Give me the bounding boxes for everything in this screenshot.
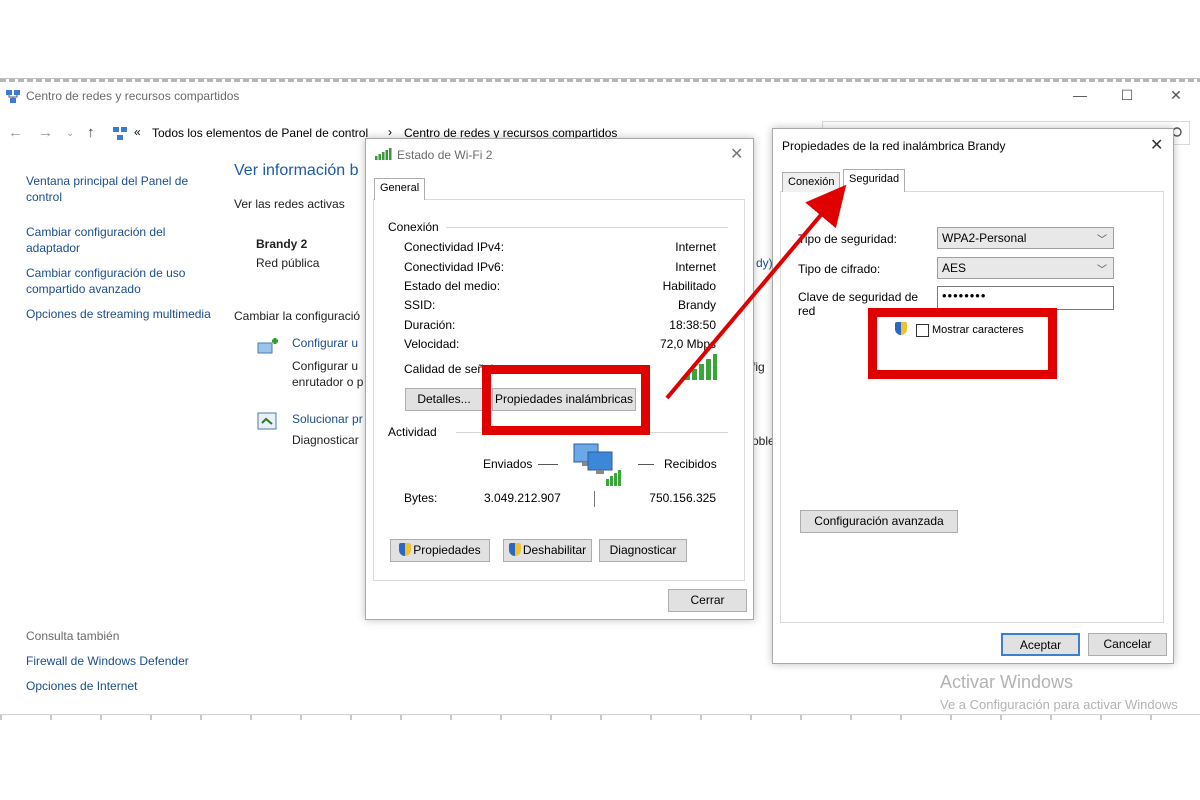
setup-connection-link[interactable]: Configurar u — [292, 336, 358, 350]
network-name: Brandy 2 — [256, 237, 308, 251]
duration-value: 18:38:50 — [669, 318, 716, 332]
encryption-value: AES — [942, 261, 967, 275]
ssid-label: SSID: — [404, 298, 436, 312]
cancel-button[interactable]: Cancelar — [1088, 633, 1167, 656]
breadcrumb-separator-icon: « — [134, 125, 141, 139]
window-title: Centro de redes y recursos compartidos — [26, 89, 240, 103]
see-also-heading: Consulta también — [26, 629, 120, 643]
wireless-dialog-close-icon[interactable]: ✕ — [1150, 135, 1163, 155]
highlight-box-wireless-properties — [482, 365, 650, 435]
advanced-settings-button[interactable]: Configuración avanzada — [800, 510, 958, 533]
diagnose-button[interactable]: Diagnosticar — [599, 539, 687, 562]
media-state-value: Habilitado — [662, 279, 716, 293]
security-tab-panel — [780, 191, 1164, 623]
change-config-heading: Cambiar la configuració — [234, 309, 361, 323]
ipv4-label: Conectividad IPv4: — [404, 240, 505, 254]
duration-label: Duración: — [404, 318, 456, 332]
activation-watermark-title: Activar Windows — [940, 672, 1074, 692]
connection-heading: Conexión — [388, 220, 439, 234]
back-arrow-icon[interactable]: ← — [8, 124, 23, 141]
maximize-icon[interactable]: ☐ — [1117, 87, 1137, 103]
setup-connection-icon — [257, 338, 278, 354]
network-computers-icon — [573, 443, 621, 486]
tab-security[interactable]: Seguridad — [843, 169, 906, 192]
disable-button[interactable]: Deshabilitar — [503, 539, 592, 562]
troubleshoot-desc: Diagnosticar — [292, 433, 359, 447]
properties-button-label: Propiedades — [413, 543, 481, 557]
security-type-value: WPA2-Personal — [942, 231, 1027, 245]
security-type-label: Tipo de seguridad: — [798, 232, 897, 246]
ipv6-value: Internet — [675, 260, 716, 274]
connection-divider — [446, 227, 728, 228]
network-center-icon — [6, 90, 20, 103]
setup-desc-line2: enrutador o p — [292, 375, 364, 389]
ssid-value: Brandy — [677, 298, 716, 312]
sent-label: Enviados — [483, 457, 533, 471]
sidebar-link-streaming[interactable]: Opciones de streaming multimedia — [26, 306, 216, 322]
received-line — [638, 464, 654, 465]
sidebar-link-sharing[interactable]: Cambiar configuración de uso compartido … — [26, 265, 216, 297]
sidebar-link-adapter[interactable]: Cambiar configuración del adaptador — [26, 224, 216, 256]
wifi-signal-icon — [375, 148, 392, 160]
bytes-sent-value: 3.049.212.907 — [484, 491, 561, 505]
active-networks-label: Ver las redes activas — [234, 197, 345, 211]
uac-shield-icon — [399, 543, 412, 556]
close-icon[interactable]: ✕ — [1166, 87, 1186, 103]
troubleshoot-link[interactable]: Solucionar pr — [292, 412, 363, 426]
uac-shield-icon — [508, 543, 521, 556]
speed-value: 72,0 Mbps — [659, 337, 716, 351]
tab-connection[interactable]: Conexión — [782, 172, 841, 192]
disable-button-label: Deshabilitar — [522, 543, 587, 557]
connection-link-partial[interactable]: dy) — [756, 256, 773, 270]
properties-button[interactable]: Propiedades — [390, 539, 490, 562]
close-button[interactable]: Cerrar — [668, 589, 747, 612]
taskbar-strip — [0, 714, 1200, 720]
bytes-received-value: 750.156.325 — [649, 491, 716, 505]
speed-label: Velocidad: — [404, 337, 460, 351]
accept-button[interactable]: Aceptar — [1001, 633, 1080, 656]
sent-line — [538, 464, 558, 465]
highlight-box-show-characters — [868, 308, 1057, 379]
control-panel-icon — [113, 127, 127, 140]
activity-heading: Actividad — [388, 425, 437, 439]
minimize-icon[interactable]: — — [1070, 87, 1090, 103]
chevron-down-icon: ﹀ — [1097, 265, 1107, 276]
background-window-strip — [0, 79, 1200, 82]
main-heading: Ver información b — [234, 162, 359, 179]
encryption-label: Tipo de cifrado: — [798, 262, 881, 276]
troubleshoot-icon — [257, 412, 277, 430]
wifi-dialog-title: Estado de Wi-Fi 2 — [397, 148, 493, 162]
activation-watermark-text: Ve a Configuración para activar Windows — [940, 697, 1178, 712]
bytes-label: Bytes: — [404, 491, 438, 505]
encryption-select[interactable]: AES ﹀ — [937, 257, 1114, 279]
signal-bars-icon — [685, 354, 717, 380]
received-label: Recibidos — [664, 457, 717, 471]
up-arrow-icon[interactable]: ↑ — [87, 124, 95, 141]
see-also-internet-options[interactable]: Opciones de Internet — [26, 678, 216, 694]
wireless-dialog-title: Propiedades de la red inalámbrica Brandy — [782, 139, 1006, 153]
details-button[interactable]: Detalles... — [405, 388, 483, 411]
tab-general[interactable]: General — [374, 178, 426, 200]
bytes-separator — [594, 491, 595, 507]
chevron-down-icon: ﹀ — [1097, 235, 1107, 246]
security-type-select[interactable]: WPA2-Personal ﹀ — [937, 227, 1114, 249]
wireless-properties-dialog: Propiedades de la red inalámbrica Brandy… — [772, 128, 1174, 664]
forward-arrow-icon[interactable]: → — [38, 124, 53, 141]
ipv6-label: Conectividad IPv6: — [404, 260, 505, 274]
recent-dropdown-icon[interactable]: ⌄ — [66, 128, 74, 139]
wifi-dialog-close-icon[interactable]: ✕ — [730, 144, 743, 164]
breadcrumb-root[interactable]: Todos los elementos de Panel de control — [152, 126, 368, 140]
security-key-field[interactable]: •••••••• — [937, 286, 1114, 310]
breadcrumb-chevron-icon: › — [388, 125, 392, 139]
setup-desc-line1: Configurar u — [292, 359, 359, 373]
network-type: Red pública — [256, 256, 320, 270]
sidebar-link-home[interactable]: Ventana principal del Panel de control — [26, 173, 216, 205]
media-state-label: Estado del medio: — [404, 279, 501, 293]
see-also-firewall[interactable]: Firewall de Windows Defender — [26, 653, 216, 669]
ipv4-value: Internet — [675, 240, 716, 254]
